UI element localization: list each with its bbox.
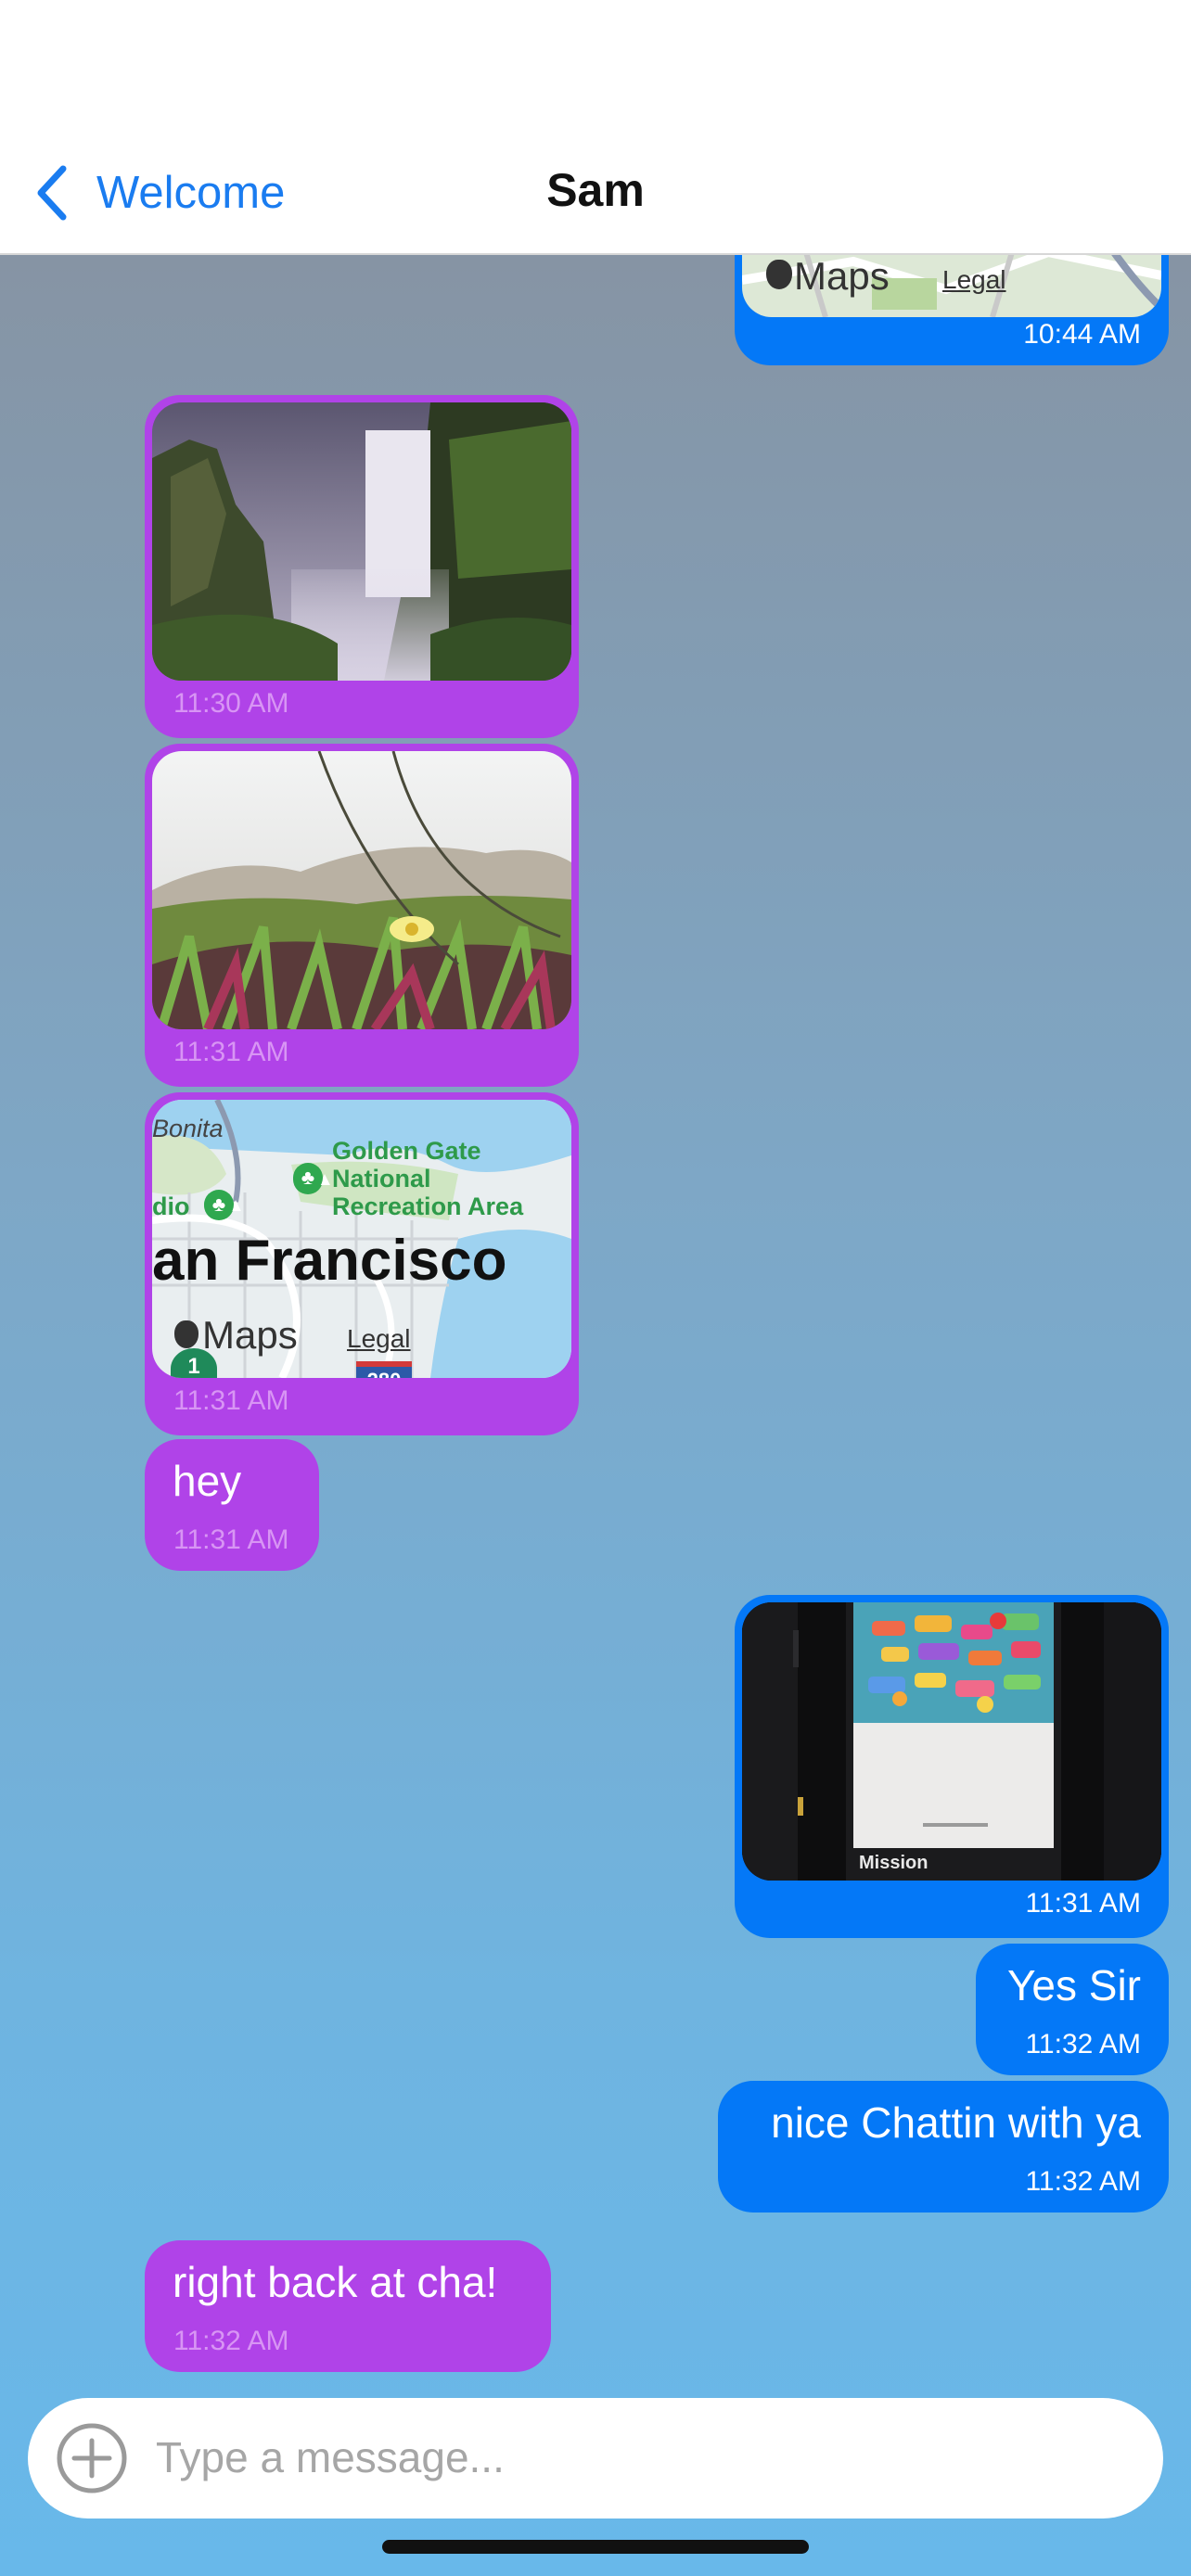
message-time: 11:31 AM: [1025, 1888, 1141, 1919]
message-time: 11:31 AM: [173, 1385, 289, 1416]
map-label-radio: dio: [152, 1192, 190, 1220]
message-text: nice Chattin with ya: [771, 2098, 1141, 2147]
message-composer: [28, 2398, 1163, 2519]
apple-logo-icon: [766, 260, 792, 289]
message-time: 11:32 AM: [1025, 2166, 1141, 2197]
plus-circle-icon[interactable]: [56, 2422, 128, 2494]
message-text: right back at cha!: [173, 2258, 498, 2306]
tree-icon: ♣: [293, 1163, 323, 1192]
outgoing-text-message[interactable]: Yes Sir 11:32 AM: [976, 1944, 1169, 2075]
incoming-text-message[interactable]: hey 11:31 AM: [145, 1439, 319, 1571]
map-thumbnail[interactable]: ▲ ▲ Bonita dio ♣ ♣ Golden Gate National …: [152, 1100, 571, 1378]
message-time: 11:31 AM: [173, 1524, 289, 1555]
outgoing-text-message[interactable]: nice Chattin with ya 11:32 AM: [718, 2081, 1169, 2213]
message-time: 10:44 AM: [1023, 319, 1141, 350]
message-time: 11:30 AM: [173, 688, 289, 719]
maps-label: Maps: [202, 1313, 298, 1357]
map-label-bonita: Bonita: [152, 1115, 224, 1142]
tree-icon: ♣: [204, 1190, 234, 1219]
message-time: 11:31 AM: [173, 1037, 289, 1067]
flower-photo[interactable]: [152, 751, 571, 1029]
message-text: hey: [173, 1457, 242, 1505]
map-label-city: an Francisco: [152, 1229, 507, 1293]
legal-link[interactable]: Legal: [942, 265, 1006, 295]
message-time: 11:32 AM: [1025, 2029, 1141, 2060]
incoming-photo-message[interactable]: 11:30 AM: [145, 395, 579, 738]
waterfall-photo[interactable]: [152, 402, 571, 681]
maps-label: Maps: [794, 254, 890, 298]
outgoing-photo-message[interactable]: Mission 11:31 AM: [735, 1595, 1169, 1938]
highway-280-shield: 280: [356, 1361, 412, 1378]
navigation-bar: Welcome Sam: [0, 0, 1191, 255]
chat-screen: Maps Legal 10:44 AM 11:30 AM 11:31 AM ▲ …: [0, 0, 1191, 2576]
photo-caption: Mission: [859, 1853, 928, 1873]
incoming-map-message[interactable]: ▲ ▲ Bonita dio ♣ ♣ Golden Gate National …: [145, 1092, 579, 1435]
legal-link[interactable]: Legal: [347, 1324, 411, 1354]
home-indicator[interactable]: [382, 2540, 809, 2554]
phone-screen-photo[interactable]: Mission: [742, 1602, 1161, 1881]
message-list[interactable]: Maps Legal 10:44 AM 11:30 AM 11:31 AM ▲ …: [0, 217, 1191, 2576]
message-input[interactable]: [156, 2417, 1121, 2498]
incoming-text-message[interactable]: right back at cha! 11:32 AM: [145, 2240, 551, 2372]
page-title: Sam: [546, 164, 645, 216]
apple-logo-icon: [174, 1320, 198, 1348]
incoming-photo-message[interactable]: 11:31 AM: [145, 744, 579, 1087]
map-label-ggnra: Golden Gate National Recreation Area: [332, 1137, 524, 1220]
message-time: 11:32 AM: [173, 2326, 289, 2356]
message-text: Yes Sir: [1006, 1961, 1141, 2009]
